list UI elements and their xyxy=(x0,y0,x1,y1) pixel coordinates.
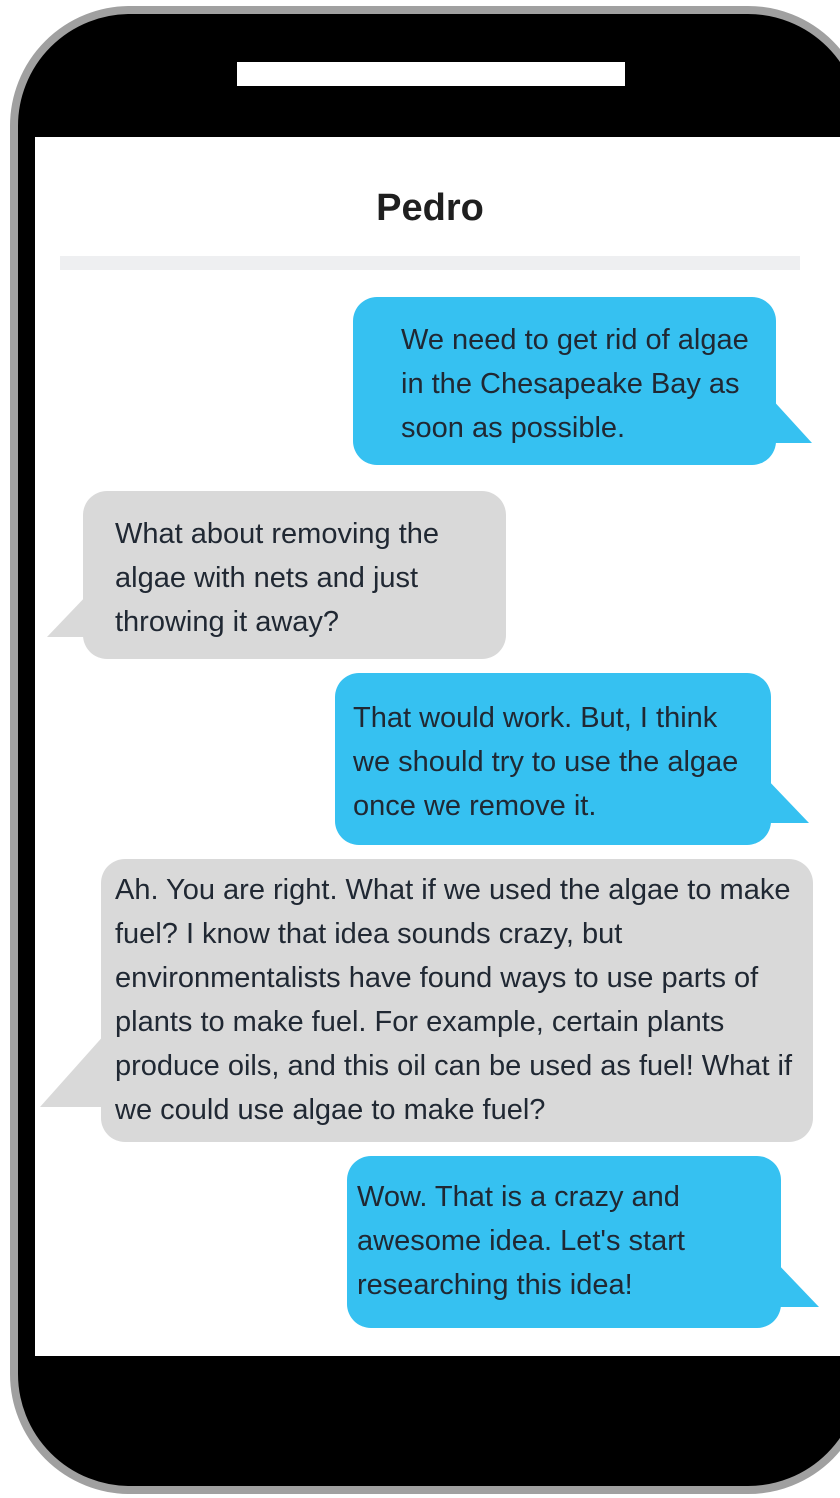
chat-screen: Pedro We need to get rid of algae in the… xyxy=(35,137,840,1356)
phone-speaker xyxy=(237,62,625,86)
header-divider xyxy=(60,256,800,270)
message-outgoing: We need to get rid of algae in the Chesa… xyxy=(353,297,776,465)
message-incoming: What about removing the algae with nets … xyxy=(83,491,506,659)
message-tail xyxy=(775,1261,819,1307)
message-tail xyxy=(40,1033,106,1107)
message-tail xyxy=(765,777,809,823)
contact-name: Pedro xyxy=(376,187,484,229)
message-outgoing: Wow. That is a crazy and awesome idea. L… xyxy=(347,1156,781,1328)
message-incoming: Ah. You are right. What if we used the a… xyxy=(101,859,813,1142)
message-outgoing: That would work. But, I think we should … xyxy=(335,673,771,845)
message-tail xyxy=(770,397,812,443)
